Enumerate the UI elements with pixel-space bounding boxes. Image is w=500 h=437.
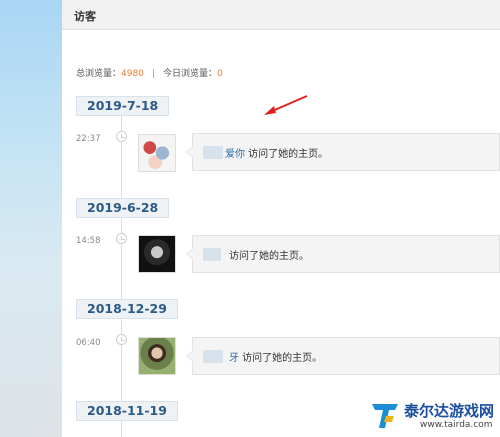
visit-time: 14:58 <box>76 236 101 246</box>
visit-text: 牙 访问了她的主页。 <box>229 349 322 364</box>
stats-separator: | <box>151 69 155 79</box>
avatar[interactable] <box>138 235 176 273</box>
date-tag: 2018-12-29 <box>76 299 178 319</box>
watermark-logo-icon <box>372 404 398 428</box>
blurred-username <box>203 248 221 261</box>
avatar[interactable] <box>138 337 176 375</box>
site-watermark: 泰尔达游戏网 www.tairda.com <box>368 398 498 434</box>
visit-bubble: 牙 访问了她的主页。 <box>186 337 500 375</box>
date-tag: 2018-11-19 <box>76 401 178 421</box>
red-arrow-annotation <box>264 95 308 115</box>
date-tag: 2019-7-18 <box>76 96 170 116</box>
visit-text: 访问了她的主页。 <box>229 247 309 262</box>
visit-bubble: 爱你 访问了她的主页。 <box>186 133 500 171</box>
blurred-username <box>203 146 223 159</box>
watermark-title: 泰尔达游戏网 <box>404 402 495 420</box>
left-background <box>0 0 62 437</box>
visit-action: 访问了她的主页。 <box>239 353 323 364</box>
clock-icon <box>116 131 127 142</box>
clock-icon <box>116 334 127 345</box>
header-bar <box>62 0 500 30</box>
date-tag: 2019-6-28 <box>76 198 170 218</box>
clock-icon <box>116 233 127 244</box>
visitor-name[interactable]: 爱你 <box>225 149 245 160</box>
blurred-username <box>203 350 223 363</box>
visit-text: 爱你 访问了她的主页。 <box>225 145 328 160</box>
avatar[interactable] <box>138 134 176 172</box>
page-title: 访客 <box>74 10 96 23</box>
visit-time: 06:40 <box>76 338 101 348</box>
visit-action: 访问了她的主页。 <box>229 251 309 262</box>
visit-action: 访问了她的主页。 <box>245 149 329 160</box>
today-views-value: 0 <box>216 69 223 79</box>
total-views-label: 总浏览量： <box>76 69 122 79</box>
timeline-line <box>121 112 122 437</box>
visit-bubble: 访问了她的主页。 <box>186 235 500 273</box>
watermark-url: www.tairda.com <box>420 420 493 430</box>
today-views-label: 今日浏览量： <box>162 69 217 79</box>
visit-time: 22:37 <box>76 134 101 144</box>
total-views-value: 4980 <box>121 69 144 79</box>
visit-stats: 总浏览量：4980 | 今日浏览量：0 <box>76 66 223 79</box>
visitor-name[interactable]: 牙 <box>229 353 239 364</box>
